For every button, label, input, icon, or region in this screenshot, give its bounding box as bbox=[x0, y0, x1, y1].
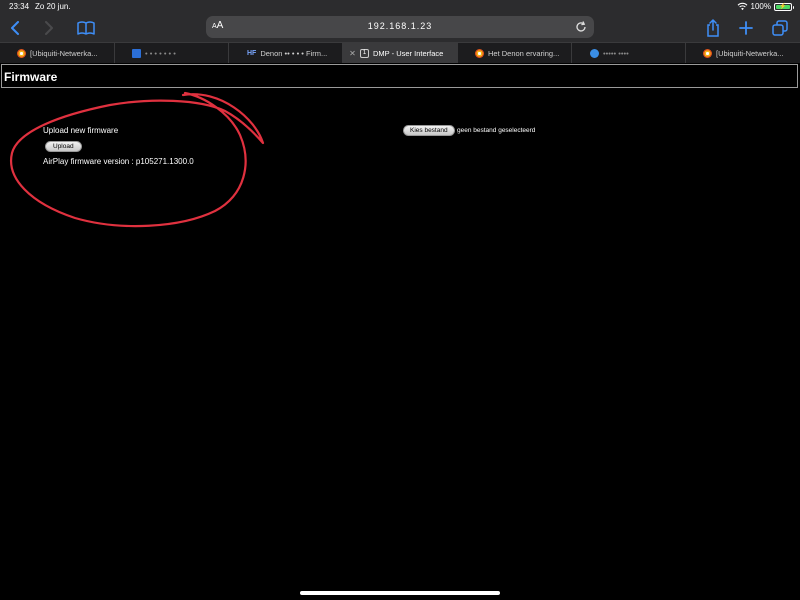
page-title: Firmware bbox=[4, 70, 58, 84]
address-bar[interactable]: AA 192.168.1.23 bbox=[206, 16, 594, 38]
ubiquiti-favicon bbox=[17, 48, 26, 58]
tab-5[interactable]: Het Denon ervaring... bbox=[458, 43, 572, 63]
tab-bar: [Ubiquiti-Netwerka... • • • • • • • HF D… bbox=[0, 42, 800, 63]
tab-2[interactable]: • • • • • • • bbox=[115, 43, 229, 63]
tab-3[interactable]: HF Denon •• • • • Firm... bbox=[229, 43, 343, 63]
tab-4-active[interactable]: ✕ 1 DMP - User Interface bbox=[343, 43, 458, 63]
wifi-icon bbox=[737, 2, 747, 11]
tab-6[interactable]: ••••• •••• bbox=[572, 43, 686, 63]
book-icon bbox=[77, 21, 95, 35]
share-icon bbox=[707, 19, 719, 37]
battery-percent: 100% bbox=[750, 2, 771, 11]
tabs-icon bbox=[772, 20, 788, 36]
status-bar: 23:34 Zo 20 jun. 100% ⚡ bbox=[0, 0, 800, 14]
chevron-right-icon bbox=[45, 21, 53, 35]
reload-icon[interactable] bbox=[574, 20, 588, 34]
ubiquiti-favicon bbox=[475, 48, 484, 58]
battery-fill: ⚡ bbox=[776, 4, 790, 10]
hf-favicon: HF bbox=[247, 49, 257, 57]
upload-button[interactable]: Upload bbox=[45, 141, 82, 152]
firmware-header: Firmware bbox=[1, 64, 798, 88]
globe-favicon bbox=[590, 48, 599, 58]
back-button[interactable] bbox=[6, 18, 24, 38]
firmware-version: AirPlay firmware version : p105271.1300.… bbox=[43, 157, 194, 166]
chevron-left-icon bbox=[11, 21, 19, 35]
status-right: 100% ⚡ bbox=[737, 2, 794, 11]
bookmarks-button[interactable] bbox=[76, 18, 96, 38]
plus-icon bbox=[739, 21, 753, 35]
tab-title: • • • • • • • bbox=[145, 48, 176, 58]
blue-square-favicon bbox=[132, 48, 141, 58]
tabs-overview-button[interactable] bbox=[770, 18, 790, 38]
choose-file-button[interactable]: Kies bestand bbox=[403, 125, 455, 136]
tab-title: Denon •• • • • Firm... bbox=[260, 48, 328, 58]
battery-icon: ⚡ bbox=[774, 2, 794, 11]
tab-title: Het Denon ervaring... bbox=[488, 48, 560, 58]
tab-7[interactable]: [Ubiquiti-Netwerka... bbox=[686, 43, 800, 63]
tab-title: ••••• •••• bbox=[603, 48, 629, 58]
home-indicator bbox=[300, 591, 500, 595]
tab-title: [Ubiquiti-Netwerka... bbox=[716, 48, 784, 58]
status-date: Zo 20 jun. bbox=[35, 2, 71, 11]
ipad-screen: 23:34 Zo 20 jun. 100% ⚡ AA 192.168.1.23 … bbox=[0, 0, 800, 600]
share-button[interactable] bbox=[704, 18, 722, 38]
web-content: Firmware Upload new firmware Upload AirP… bbox=[0, 63, 800, 600]
ubiquiti-favicon bbox=[703, 48, 712, 58]
tab-title: DMP - User Interface bbox=[373, 48, 444, 58]
new-tab-button[interactable] bbox=[737, 18, 755, 38]
upload-label: Upload new firmware bbox=[43, 126, 119, 135]
url-text: 192.168.1.23 bbox=[367, 21, 433, 31]
tab-title: [Ubiquiti-Netwerka... bbox=[30, 48, 98, 58]
no-file-selected-text: geen bestand geselecteerd bbox=[457, 127, 536, 134]
forward-button[interactable] bbox=[40, 18, 58, 38]
close-tab-icon[interactable]: ✕ bbox=[348, 49, 357, 58]
red-circle-annotation bbox=[10, 91, 265, 228]
page-favicon: 1 bbox=[360, 48, 369, 58]
safari-toolbar: AA 192.168.1.23 bbox=[0, 14, 800, 42]
tab-1[interactable]: [Ubiquiti-Netwerka... bbox=[0, 43, 115, 63]
status-time: 23:34 bbox=[9, 2, 30, 11]
